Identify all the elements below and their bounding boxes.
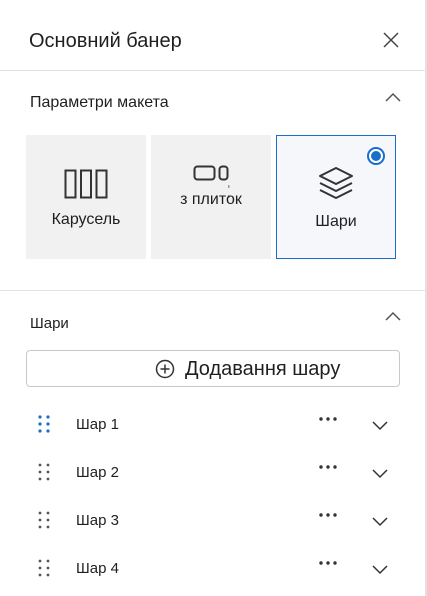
close-button[interactable] xyxy=(378,27,404,53)
expand-chevron-down-icon[interactable] xyxy=(371,467,389,479)
layers-section-title: Шари xyxy=(30,315,69,332)
expand-chevron-down-icon[interactable] xyxy=(371,515,389,527)
panel-header: Основний банер xyxy=(0,0,425,71)
layer-row[interactable]: Шар 2 xyxy=(0,453,425,493)
layout-option-label: Карусель xyxy=(51,211,121,228)
more-options-icon[interactable] xyxy=(318,560,338,566)
expand-chevron-down-icon[interactable] xyxy=(371,419,389,431)
layer-label: Шар 3 xyxy=(76,512,119,529)
more-options-icon[interactable] xyxy=(318,416,338,422)
layer-row[interactable]: Шар 1 xyxy=(0,405,425,445)
panel-title: Основний банер xyxy=(29,30,182,52)
layer-label: Шар 4 xyxy=(76,560,119,577)
drag-handle-icon[interactable] xyxy=(38,415,50,433)
tiles-icon xyxy=(193,165,229,181)
layout-option-label: з плиток xyxy=(180,191,242,208)
layer-label: Шар 2 xyxy=(76,464,119,481)
layout-option-layers[interactable]: Шари xyxy=(276,135,396,259)
more-options-icon[interactable] xyxy=(318,512,338,518)
carousel-icon xyxy=(64,169,108,199)
layers-icon xyxy=(319,167,353,199)
more-options-icon[interactable] xyxy=(318,464,338,470)
add-layer-label: Додавання шару xyxy=(185,358,341,380)
banner-settings-panel: Основний банер Параметри макета Карусель… xyxy=(0,0,427,596)
section-divider xyxy=(0,290,425,291)
drag-handle-icon[interactable] xyxy=(38,511,50,529)
layer-row[interactable]: Шар 3 xyxy=(0,501,425,541)
drag-handle-icon[interactable] xyxy=(38,559,50,577)
layer-row[interactable]: Шар 4 xyxy=(0,549,425,589)
collapse-layout-chevron-up-icon[interactable] xyxy=(383,91,403,105)
layout-option-carousel[interactable]: Карусель xyxy=(26,135,146,259)
add-layer-button[interactable]: Додавання шару xyxy=(26,350,400,387)
add-circle-icon xyxy=(155,359,175,379)
layout-option-tiles[interactable]: з плиток xyxy=(151,135,271,259)
drag-handle-icon[interactable] xyxy=(38,463,50,481)
layer-label: Шар 1 xyxy=(76,416,119,433)
selected-radio[interactable] xyxy=(367,147,385,165)
layout-section-title: Параметри макета xyxy=(30,94,169,111)
expand-chevron-down-icon[interactable] xyxy=(371,563,389,575)
collapse-layers-chevron-up-icon[interactable] xyxy=(383,310,403,324)
layout-option-label: Шари xyxy=(315,213,357,230)
close-icon xyxy=(383,32,399,48)
